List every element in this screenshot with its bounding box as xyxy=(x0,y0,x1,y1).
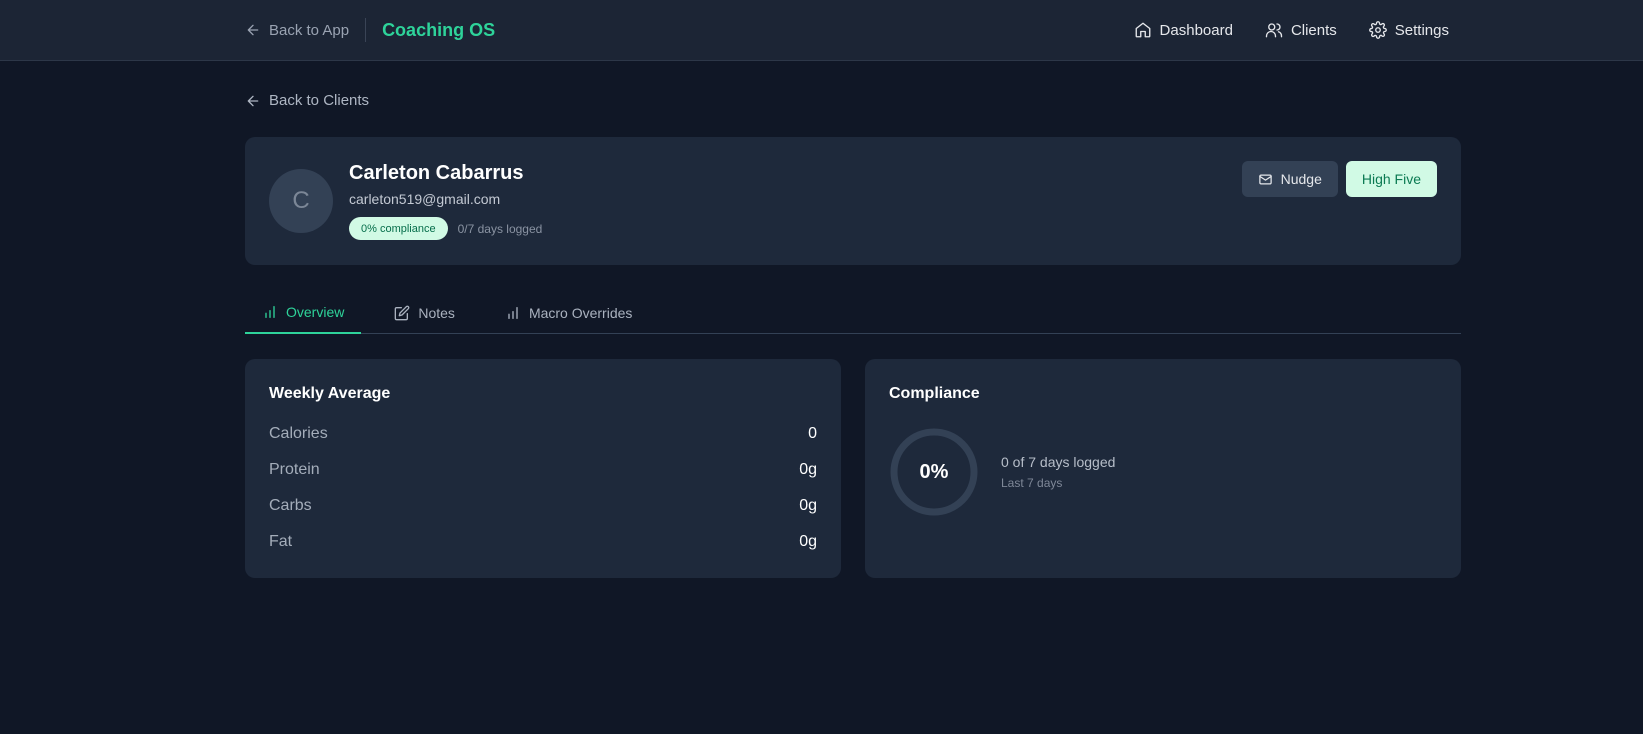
tab-macro-overrides[interactable]: Macro Overrides xyxy=(488,292,649,334)
nav-settings[interactable]: Settings xyxy=(1368,21,1449,39)
home-icon xyxy=(1135,22,1150,38)
top-bar-left: Back to App Coaching OS xyxy=(245,18,495,42)
tab-macro-overrides-label: Macro Overrides xyxy=(528,305,633,321)
avatar: C xyxy=(269,169,333,233)
top-bar: Back to App Coaching OS Dashboard Client… xyxy=(0,0,1643,61)
weekly-average-title: Weekly Average xyxy=(269,385,391,402)
client-profile-card: C Carleton Cabarrus carleton519@gmail.co… xyxy=(245,137,1461,265)
nav-dashboard[interactable]: Dashboard xyxy=(1134,21,1233,39)
nudge-label: Nudge xyxy=(1280,171,1322,187)
high-five-button[interactable]: High Five xyxy=(1345,161,1437,197)
tab-overview[interactable]: Overview xyxy=(245,292,362,334)
stat-value: 0g xyxy=(799,461,817,478)
gear-icon xyxy=(1368,21,1387,39)
days-logged-text: 0/7 days logged xyxy=(457,221,543,236)
nav-settings-label: Settings xyxy=(1394,21,1449,39)
stat-row-protein: Protein 0g xyxy=(269,461,817,479)
stat-row-fat: Fat 0g xyxy=(269,533,817,551)
stat-label: Calories xyxy=(269,425,328,442)
tab-bar: Overview Notes Macro Overrides xyxy=(245,292,1461,334)
bar-chart-icon xyxy=(265,306,275,318)
compliance-period: Last 7 days xyxy=(1001,476,1063,490)
compliance-title: Compliance xyxy=(889,385,980,402)
users-icon xyxy=(1265,23,1283,38)
bar-chart-icon xyxy=(508,307,518,319)
mail-icon xyxy=(1258,174,1272,184)
nav-clients-label: Clients xyxy=(1290,21,1337,39)
client-badges: 0% compliance 0/7 days logged xyxy=(349,217,542,240)
weekly-average-card: Weekly Average Calories 0 Protein 0g Car… xyxy=(245,359,841,578)
stat-row-carbs: Carbs 0g xyxy=(269,497,817,515)
stat-label: Fat xyxy=(269,533,293,550)
compliance-percent: 0% xyxy=(919,460,949,483)
back-to-clients-link[interactable]: Back to Clients xyxy=(245,92,369,109)
arrow-left-icon xyxy=(247,95,259,106)
tab-overview-label: Overview xyxy=(286,304,345,320)
edit-icon xyxy=(395,305,410,321)
back-to-clients-label: Back to Clients xyxy=(269,92,370,109)
compliance-ring: 0% xyxy=(889,427,979,517)
stat-label: Protein xyxy=(269,461,320,478)
tab-notes-label: Notes xyxy=(418,305,455,321)
top-nav: Dashboard Clients Settings xyxy=(1134,21,1449,39)
arrow-left-icon xyxy=(247,24,259,36)
tab-notes[interactable]: Notes xyxy=(377,292,472,334)
divider xyxy=(365,18,367,42)
top-bar-inner: Back to App Coaching OS Dashboard Client… xyxy=(245,0,1461,60)
compliance-badge: 0% compliance xyxy=(349,217,448,240)
brand-logo[interactable]: Coaching OS xyxy=(382,20,495,41)
client-email: carleton519@gmail.com xyxy=(349,191,501,207)
stat-value: 0 xyxy=(808,425,817,442)
nav-clients[interactable]: Clients xyxy=(1265,21,1337,39)
client-actions: Nudge High Five xyxy=(1241,161,1437,197)
nav-dashboard-label: Dashboard xyxy=(1159,21,1233,39)
back-to-app-link[interactable]: Back to App xyxy=(245,22,349,39)
nudge-button[interactable]: Nudge xyxy=(1241,161,1338,197)
compliance-card: Compliance 0% 0 of 7 days logged Last 7 … xyxy=(865,359,1461,578)
stat-label: Carbs xyxy=(269,497,312,514)
stat-value: 0g xyxy=(799,533,817,550)
compliance-summary: 0 of 7 days logged xyxy=(1001,454,1116,470)
client-name: Carleton Cabarrus xyxy=(349,162,524,184)
back-to-app-label: Back to App xyxy=(269,21,350,39)
stat-value: 0g xyxy=(799,497,817,514)
stat-row-calories: Calories 0 xyxy=(269,425,817,443)
